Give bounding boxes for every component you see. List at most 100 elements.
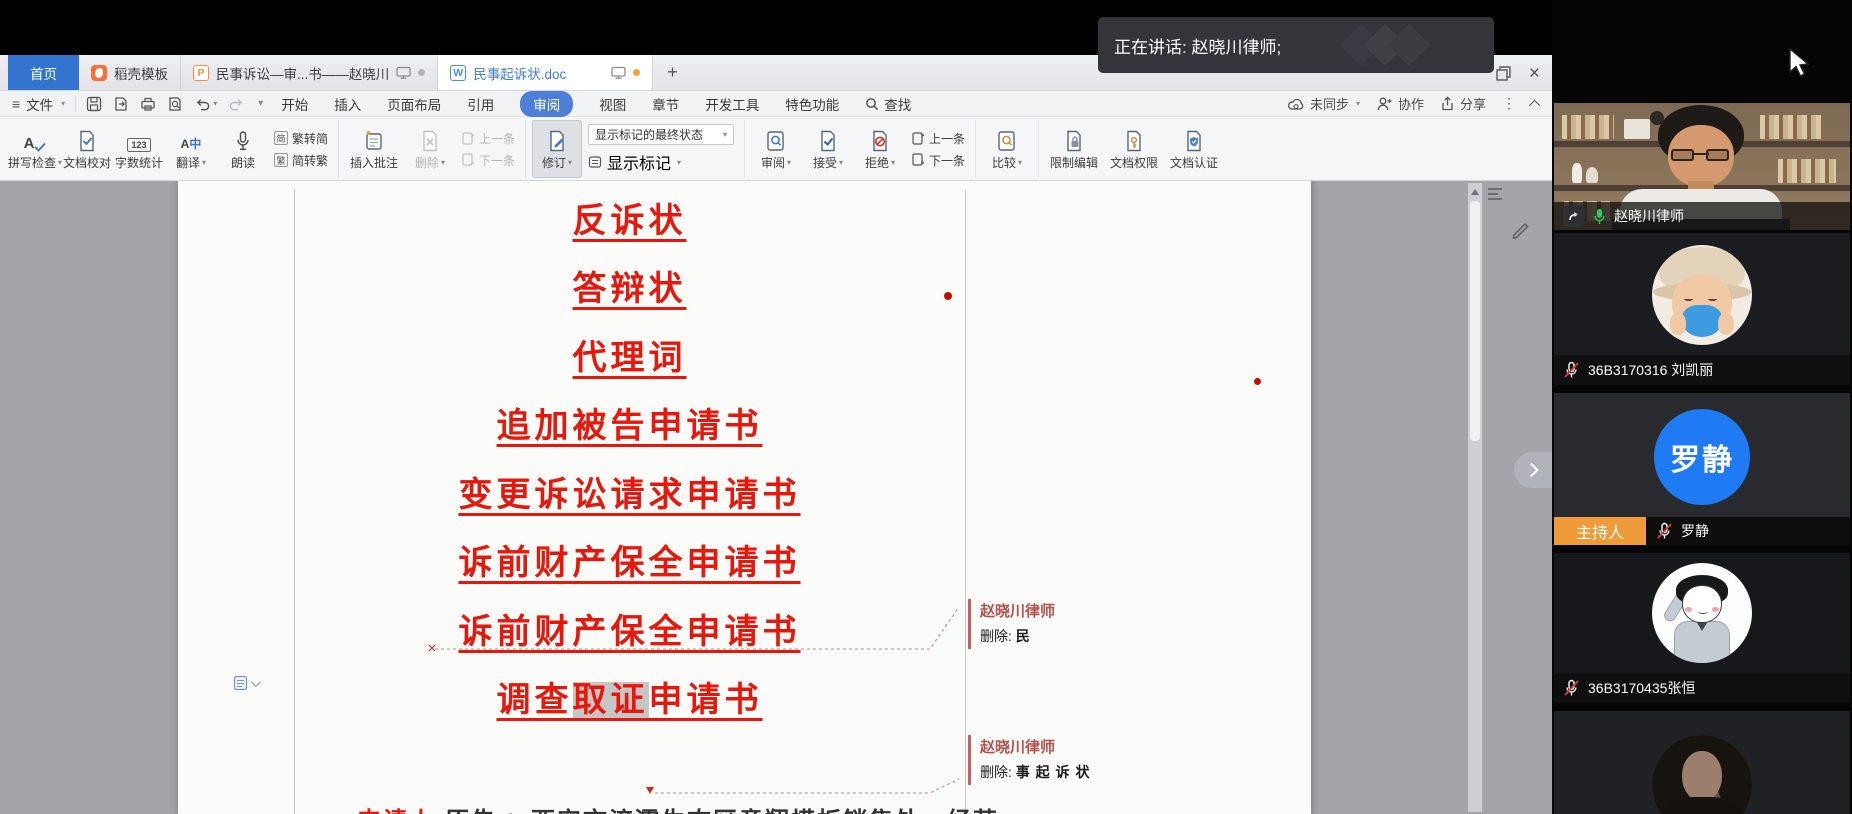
next-change-button[interactable]: 下一条 [911, 152, 965, 169]
comment-body: 删除: 民 [980, 626, 1298, 646]
microphone-icon [234, 130, 252, 152]
tab-unsaved-dot [633, 69, 640, 76]
spell-check-button[interactable]: A 拼写检查▾ [10, 120, 60, 178]
screen-sharing-icon [1563, 205, 1585, 227]
doc-title-defense: 答辩状 [294, 261, 965, 310]
redo-icon[interactable] [228, 96, 245, 111]
menu-tab-dev-tools[interactable]: 开发工具 [705, 94, 759, 114]
menu-tab-references[interactable]: 引用 [467, 94, 494, 114]
mic-muted-icon [1563, 679, 1580, 697]
markup-list-icon [588, 155, 603, 169]
host-badge: 主持人 [1554, 517, 1646, 545]
mic-muted-icon [1656, 522, 1673, 540]
tab-docer-label: 稻壳模板 [114, 63, 168, 83]
scroll-up-arrow[interactable] [1471, 189, 1479, 195]
translate-button[interactable]: A中 翻译▾ [166, 120, 216, 178]
speaking-banner: 正在讲话: 赵晓川律师; [1098, 17, 1494, 73]
prev-change-button[interactable]: 上一条 [911, 130, 965, 147]
participant-tile-host[interactable]: 罗静 主持人 罗静 [1554, 393, 1850, 545]
undo-button[interactable]: ▾ [194, 96, 217, 111]
participant-name: 赵晓川律师 [1614, 206, 1684, 226]
doc-arrow-down-icon [911, 153, 925, 167]
wps-window: 首页 稻壳模板 P 民事诉讼—审...书——赵晓川 W 民事起诉状.doc + [0, 55, 1552, 814]
note-icon [364, 130, 384, 152]
menu-tab-special-features[interactable]: 特色功能 [785, 94, 839, 114]
mouse-cursor [1788, 48, 1814, 78]
more-options-icon[interactable]: ⋮ [1502, 95, 1516, 112]
participant-tile-avatar[interactable]: 36B3170316 刘凯丽 [1554, 233, 1850, 385]
paragraph-options-icon[interactable] [233, 675, 258, 691]
prev-comment-button-disabled[interactable]: 上一条 [461, 130, 515, 147]
menu-tab-review-active[interactable]: 审阅 [520, 91, 573, 117]
markup-state-dropdown[interactable]: 显示标记的最终状态 ▾ [588, 124, 734, 145]
export-icon[interactable] [113, 96, 129, 112]
restrict-editing-button[interactable]: 限制编辑 [1045, 120, 1103, 178]
avatar-cartoon-boy [1652, 563, 1752, 663]
glasses-left-lens [1671, 149, 1694, 161]
show-markup-button[interactable]: 显示标记▾ [588, 150, 734, 174]
menu-tab-page-layout[interactable]: 页面布局 [387, 94, 441, 114]
print-icon[interactable] [140, 96, 156, 112]
participant-tile-avatar-clipped[interactable] [1554, 711, 1850, 814]
print-preview-icon[interactable] [167, 96, 183, 112]
menu-tab-view[interactable]: 视图 [599, 94, 626, 114]
wpp-icon: P [193, 65, 209, 81]
next-comment-button-disabled[interactable]: 下一条 [461, 152, 515, 169]
participant-tile-avatar[interactable]: 36B3170435张恒 [1554, 553, 1850, 703]
undo-icon [194, 96, 211, 111]
document-check-icon [78, 130, 96, 152]
delete-comment-button[interactable]: 删除▾ [405, 120, 455, 178]
track-changes-button-active[interactable]: 修订▾ [532, 120, 582, 178]
revision-comment[interactable]: 赵晓川律师 删除: 民 [968, 599, 1298, 649]
mic-on-icon [1593, 208, 1606, 225]
ink-pen-icon[interactable] [1510, 217, 1532, 239]
tab-presentation-doc[interactable]: P 民事诉讼—审...书——赵晓川 [181, 55, 438, 90]
doc-arrow-up-icon [911, 131, 925, 145]
file-menu[interactable]: ≡ 文件 ▾ [12, 94, 65, 114]
read-aloud-button[interactable]: 朗读 [218, 120, 268, 178]
find-button[interactable]: 查找 [865, 94, 911, 114]
letter-a-icon: A [24, 135, 35, 152]
sync-status-button[interactable]: 未同步 ▾ [1287, 94, 1360, 113]
collaborate-button[interactable]: 协作 [1376, 94, 1424, 113]
accept-button[interactable]: 接受▾ [803, 120, 853, 178]
tab-home[interactable]: 首页 [8, 55, 79, 90]
vertical-scrollbar[interactable] [1468, 183, 1482, 812]
review-button[interactable]: 审阅▾ [751, 120, 801, 178]
trad-to-simp-button[interactable]: 简繁转简 [274, 130, 328, 147]
restore-window-icon[interactable] [1496, 66, 1511, 81]
chevron-down-icon[interactable]: ▾ [258, 98, 263, 109]
document-x-icon [421, 130, 439, 152]
doc-authentication-button[interactable]: 文档认证 [1165, 120, 1223, 178]
reject-button[interactable]: 拒绝▾ [855, 120, 905, 178]
share-button[interactable]: 分享 [1440, 94, 1486, 113]
document-reject-icon [871, 130, 889, 152]
doc-title-change-claim: 变更诉讼请求申请书 [294, 467, 965, 516]
tab-presentation-label: 民事诉讼—审...书——赵晓川 [216, 63, 389, 83]
tab-docer[interactable]: 稻壳模板 [79, 55, 181, 90]
close-window-icon[interactable]: × [1529, 64, 1540, 83]
collapse-ribbon-icon[interactable] [1529, 99, 1540, 110]
new-tab-button[interactable]: + [653, 55, 692, 90]
speaking-text: 正在讲话: 赵晓川律师; [1114, 33, 1281, 58]
word-count-button[interactable]: 123 字数统计 [114, 120, 164, 178]
cloud-icon [1287, 97, 1305, 111]
mic-muted-icon [1563, 361, 1580, 379]
menu-tab-insert[interactable]: 插入 [334, 94, 361, 114]
menu-tab-start[interactable]: 开始 [281, 94, 308, 114]
participant-tile-video[interactable]: 赵晓川律师 [1554, 103, 1850, 230]
doc-permission-button[interactable]: 文档权限 [1105, 120, 1163, 178]
revision-comment[interactable]: 赵晓川律师 删除: 事 起 诉 状 [968, 735, 1298, 785]
simp-to-trad-button[interactable]: 繁简转繁 [274, 152, 328, 169]
save-icon[interactable] [86, 96, 102, 112]
tab-document-label: 民事起诉状.doc [473, 63, 566, 83]
doc-proofread-button[interactable]: 文档校对 [62, 120, 112, 178]
document-pencil-icon [548, 130, 566, 152]
insert-comment-button[interactable]: 插入批注 [345, 120, 403, 178]
tab-active-document[interactable]: W 民事起诉状.doc [438, 55, 653, 90]
compare-button[interactable]: 比较▾ [982, 120, 1032, 178]
menu-tab-section[interactable]: 章节 [652, 94, 679, 114]
next-page-float-button[interactable] [1514, 452, 1552, 488]
scrollbar-thumb[interactable] [1470, 201, 1480, 441]
ruler-toggle-icon[interactable] [1486, 185, 1506, 203]
